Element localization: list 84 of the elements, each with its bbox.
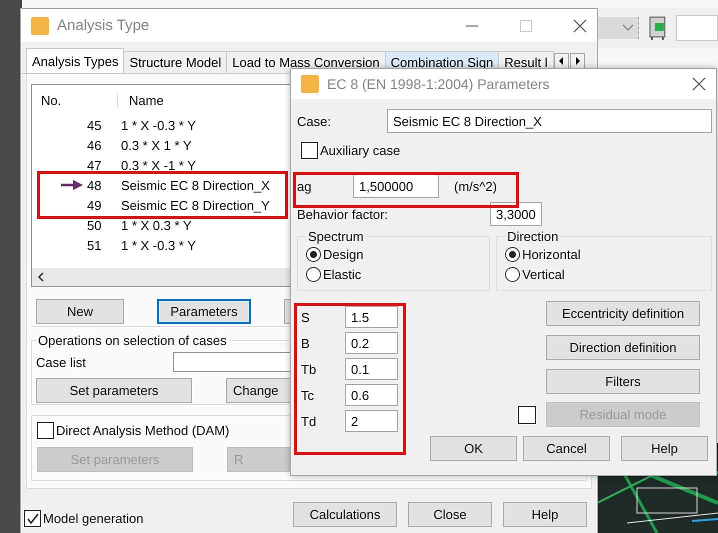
table-cell-text: 51 [87, 238, 102, 252]
button[interactable]: Help [621, 436, 708, 461]
structure-icon[interactable] [646, 15, 668, 41]
checkbox[interactable] [37, 422, 54, 439]
field-label: Td [301, 414, 318, 428]
button[interactable]: OK [430, 436, 517, 461]
field-label: B [301, 336, 311, 350]
checkbox-label: Auxiliary case [320, 142, 400, 158]
radio-button[interactable] [306, 266, 321, 282]
column-header: Name [128, 92, 164, 108]
app-logo-icon [31, 16, 49, 34]
button[interactable]: Eccentricity definition [546, 301, 700, 326]
radio-label: Vertical [522, 266, 565, 282]
scroll-right-icon[interactable] [570, 53, 585, 69]
dialog-title: EC 8 (EN 1998-1:2004) Parameters [327, 76, 550, 92]
field-label: Case: [297, 114, 331, 128]
table-row[interactable]: 49 Seismic EC 8 Direction_Y [32, 195, 282, 215]
table-cell-text: 49 [87, 198, 102, 212]
table-cell-text: 50 [87, 218, 102, 232]
scroll-left-icon[interactable] [36, 272, 46, 282]
radio-button[interactable] [505, 246, 520, 262]
table-cell: 1 * X 0.3 * Y [121, 218, 192, 232]
table-cell: Seismic EC 8 Direction_Y [121, 198, 270, 212]
window-title: Analysis Type [57, 17, 150, 34]
checkbox-label: Direct Analysis Method (DAM) [56, 423, 230, 438]
group-title: Direction [506, 229, 560, 244]
radio-button[interactable] [505, 266, 520, 282]
table-cell-text: 46 [87, 138, 102, 152]
field-label: Case list [36, 354, 87, 370]
table-cell: 0.3 * X -1 * Y [121, 158, 196, 172]
table-cell: 1 * X -0.3 * Y [121, 238, 196, 252]
table-row[interactable]: 51 1 * X -0.3 * Y [32, 235, 282, 255]
checkbox[interactable] [24, 510, 41, 527]
radio-label: Design [323, 246, 364, 262]
table-row[interactable]: 48 Seismic EC 8 Direction_X [32, 175, 282, 195]
table-cell-text: 47 [87, 158, 102, 172]
button[interactable]: Cancel [523, 436, 610, 461]
group-title: Spectrum [307, 229, 365, 244]
checkbox[interactable] [301, 142, 318, 158]
tab[interactable]: Analysis Types [26, 48, 124, 73]
button[interactable]: Help [503, 502, 587, 527]
arrow-icon [61, 180, 83, 190]
field-label: ag [297, 178, 312, 194]
ag-field[interactable]: 1,500000 [353, 174, 439, 198]
field-label: Tb [301, 362, 318, 376]
toolbar-field[interactable] [676, 15, 718, 41]
group-title: Operations on selection of cases [37, 333, 228, 348]
field-label: Tc [301, 388, 315, 402]
radio-button[interactable] [306, 246, 321, 262]
parameter-field[interactable]: 1.5 [345, 306, 398, 328]
parameter-field[interactable]: 0.1 [345, 358, 398, 380]
button[interactable]: New [36, 299, 124, 324]
behavior-factor-field[interactable]: 3,3000 [490, 202, 542, 226]
table-row[interactable]: 47 0.3 * X -1 * Y [32, 155, 282, 175]
column-header: No. [32, 92, 118, 108]
table-cell-text: 48 [87, 178, 102, 192]
parameter-field[interactable]: 2 [345, 410, 398, 432]
button[interactable]: Filters [546, 369, 700, 394]
unit-label: (m/s^2) [454, 178, 497, 194]
radio-label: Horizontal [522, 246, 581, 262]
button[interactable]: Calculations [293, 502, 397, 527]
button[interactable]: Parameters [157, 299, 251, 324]
button[interactable]: Direction definition [546, 335, 700, 360]
table-row[interactable]: 46 0.3 * X 1 * Y [32, 135, 282, 155]
table-cell: Seismic EC 8 Direction_X [121, 178, 270, 192]
app-logo-icon [301, 75, 319, 93]
set-parameters-button[interactable]: Set parameters [36, 378, 192, 403]
table-row[interactable]: 45 1 * X -0.3 * Y [32, 115, 282, 135]
parameter-field[interactable]: 0.6 [345, 384, 398, 406]
table-cell: 1 * X -0.3 * Y [121, 118, 196, 132]
table-cell: 0.3 * X 1 * Y [121, 138, 192, 152]
field-label: Behavior factor: [297, 206, 388, 222]
close-icon[interactable] [692, 77, 706, 91]
field-label: S [301, 310, 311, 324]
close-icon[interactable] [573, 18, 587, 32]
checkbox-label: Model generation [43, 511, 144, 526]
button[interactable]: Close [408, 502, 492, 527]
dropdown-field[interactable] [597, 17, 639, 39]
case-field[interactable]: Seismic EC 8 Direction_X [387, 109, 712, 133]
table-cell-text: 45 [87, 118, 102, 132]
radio-label: Elastic [323, 266, 362, 282]
parameter-field[interactable]: 0.2 [345, 332, 398, 354]
table-row[interactable]: 50 1 * X 0.3 * Y [32, 215, 282, 235]
caret-icon [622, 24, 634, 32]
